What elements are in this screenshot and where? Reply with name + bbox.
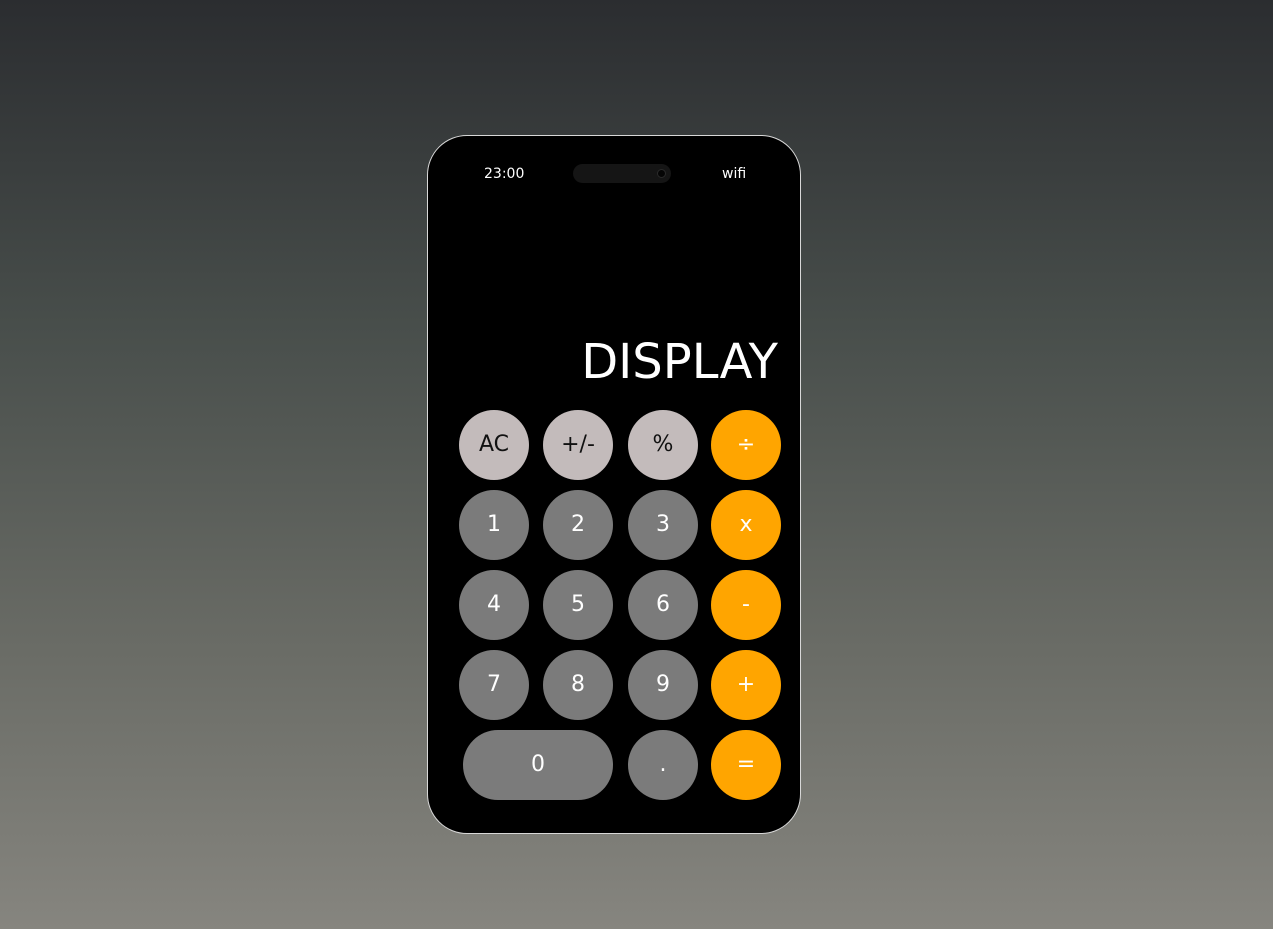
calculator-display: DISPLAY (581, 334, 778, 390)
sign-toggle-button[interactable]: +/- (543, 410, 613, 480)
digit-8-button[interactable]: 8 (543, 650, 613, 720)
multiply-button[interactable]: x (711, 490, 781, 560)
minus-button[interactable]: - (711, 570, 781, 640)
digit-0-button[interactable]: 0 (463, 730, 613, 800)
digit-2-button[interactable]: 2 (543, 490, 613, 560)
digit-7-button[interactable]: 7 (459, 650, 529, 720)
digit-4-button[interactable]: 4 (459, 570, 529, 640)
dynamic-island (573, 164, 671, 183)
digit-6-button[interactable]: 6 (628, 570, 698, 640)
clear-button[interactable]: AC (459, 410, 529, 480)
digit-5-button[interactable]: 5 (543, 570, 613, 640)
decimal-button[interactable]: . (628, 730, 698, 800)
percent-button[interactable]: % (628, 410, 698, 480)
status-wifi: wifi (722, 166, 747, 182)
digit-9-button[interactable]: 9 (628, 650, 698, 720)
digit-3-button[interactable]: 3 (628, 490, 698, 560)
camera-icon (657, 169, 666, 178)
plus-button[interactable]: + (711, 650, 781, 720)
status-time: 23:00 (484, 166, 525, 182)
calculator-phone: 23:00 wifi DISPLAY AC +/- % ÷ 1 2 3 x 4 … (427, 135, 801, 834)
digit-1-button[interactable]: 1 (459, 490, 529, 560)
divide-button[interactable]: ÷ (711, 410, 781, 480)
equals-button[interactable]: = (711, 730, 781, 800)
